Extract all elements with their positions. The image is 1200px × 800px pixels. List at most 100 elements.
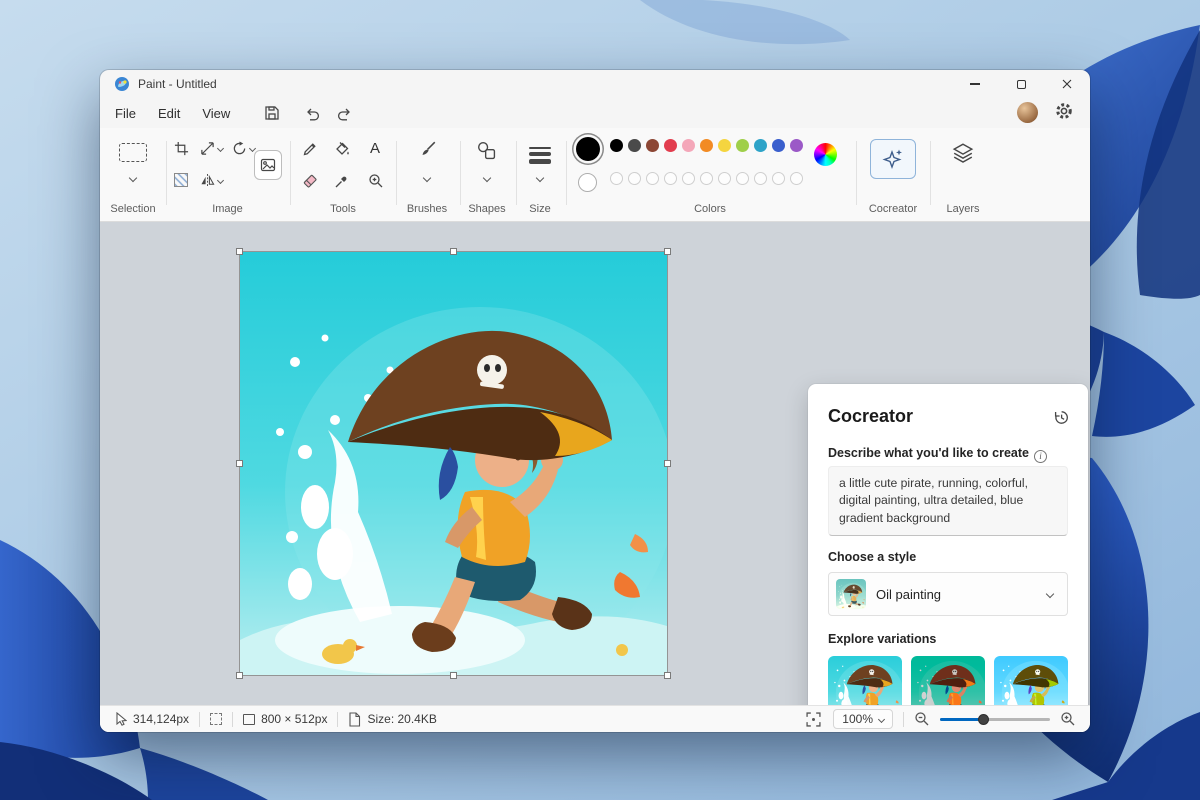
color-swatch[interactable] — [682, 139, 695, 152]
style-dropdown[interactable]: Oil painting — [828, 572, 1068, 616]
color-swatch-empty[interactable] — [772, 172, 785, 185]
chevron-down-icon[interactable] — [129, 174, 137, 182]
selection-group-label: Selection — [106, 203, 160, 215]
palette-row2 — [610, 172, 803, 185]
selection-handle-s[interactable] — [450, 672, 457, 679]
colors-group-label: Colors — [570, 203, 850, 215]
color-swatch[interactable] — [718, 139, 731, 152]
redo-button[interactable] — [329, 101, 359, 125]
selection-handle-ne[interactable] — [664, 248, 671, 255]
zoom-in-icon[interactable] — [1060, 711, 1076, 727]
settings-button[interactable] — [1054, 101, 1074, 121]
chevron-down-icon[interactable] — [217, 177, 224, 184]
gear-icon — [1054, 101, 1074, 121]
color-swatch-empty[interactable] — [754, 172, 767, 185]
account-avatar[interactable] — [1017, 102, 1038, 123]
save-button[interactable] — [257, 101, 287, 125]
flip-icon[interactable] — [200, 173, 215, 188]
selection-handle-nw[interactable] — [236, 248, 243, 255]
describe-label: Describe what you'd like to create — [828, 446, 1029, 460]
paint-window: Paint - Untitled File Edit View — [100, 70, 1090, 732]
text-tool-icon[interactable]: A — [370, 141, 380, 156]
background-color-well[interactable] — [578, 173, 597, 192]
color-swatch-empty[interactable] — [700, 172, 713, 185]
size-group-label: Size — [520, 203, 560, 215]
palette-row1 — [610, 139, 803, 152]
color-swatch-empty[interactable] — [682, 172, 695, 185]
remove-background-button[interactable] — [254, 150, 282, 180]
color-swatch-empty[interactable] — [610, 172, 623, 185]
color-swatch[interactable] — [772, 139, 785, 152]
foreground-color-well[interactable] — [576, 137, 600, 161]
shapes-icon[interactable] — [477, 141, 496, 160]
colors-group: Colors — [570, 128, 850, 222]
image-photo-icon — [260, 157, 276, 173]
color-swatch-empty[interactable] — [718, 172, 731, 185]
canvas-image[interactable] — [240, 252, 667, 675]
magnifier-icon[interactable] — [368, 173, 384, 189]
selection-handle-se[interactable] — [664, 672, 671, 679]
pattern-icon[interactable] — [174, 173, 188, 187]
menu-file[interactable]: File — [104, 102, 147, 125]
fill-bucket-icon[interactable] — [334, 141, 350, 157]
tools-group: A Tools — [296, 128, 390, 222]
paint-app-icon — [114, 76, 130, 92]
eraser-icon[interactable] — [302, 173, 318, 189]
crop-icon[interactable] — [174, 141, 189, 156]
cocreator-button[interactable] — [870, 139, 916, 179]
fit-to-screen-icon[interactable] — [806, 712, 821, 727]
color-swatch[interactable] — [736, 139, 749, 152]
selection-tool-icon[interactable] — [119, 143, 147, 162]
chevron-down-icon[interactable] — [217, 145, 224, 152]
zoom-level-dropdown[interactable]: 100% — [833, 709, 893, 729]
layers-icon[interactable] — [952, 142, 974, 164]
chevron-down-icon[interactable] — [483, 174, 491, 182]
minimize-button[interactable] — [952, 70, 998, 98]
redo-icon — [336, 105, 353, 122]
image-group: Image — [170, 128, 285, 222]
color-swatch-empty[interactable] — [646, 172, 659, 185]
edit-colors-wheel-icon[interactable] — [814, 143, 837, 166]
color-picker-icon[interactable] — [334, 173, 350, 189]
zoom-slider-thumb[interactable] — [978, 714, 989, 725]
rotate-icon[interactable] — [232, 141, 247, 156]
color-swatch[interactable] — [610, 139, 623, 152]
zoom-slider[interactable] — [940, 712, 1050, 726]
selection-handle-w[interactable] — [236, 460, 243, 467]
selection-handle-n[interactable] — [450, 248, 457, 255]
color-swatch[interactable] — [664, 139, 677, 152]
selection-handle-e[interactable] — [664, 460, 671, 467]
chevron-down-icon[interactable] — [536, 174, 544, 182]
color-swatch-empty[interactable] — [736, 172, 749, 185]
titlebar[interactable]: Paint - Untitled — [100, 70, 1090, 98]
menu-edit[interactable]: Edit — [147, 102, 191, 125]
info-icon[interactable]: i — [1034, 450, 1047, 463]
color-swatch[interactable] — [646, 139, 659, 152]
chevron-down-icon[interactable] — [423, 174, 431, 182]
resize-icon[interactable] — [200, 141, 215, 156]
selection-handle-sw[interactable] — [236, 672, 243, 679]
color-swatch[interactable] — [700, 139, 713, 152]
color-swatch[interactable] — [754, 139, 767, 152]
color-swatch[interactable] — [628, 139, 641, 152]
color-swatch-empty[interactable] — [628, 172, 641, 185]
prompt-input[interactable]: a little cute pirate, running, colorful,… — [828, 466, 1068, 536]
color-swatch[interactable] — [790, 139, 803, 152]
style-thumbnail — [836, 579, 866, 609]
undo-button[interactable] — [297, 101, 327, 125]
color-swatch-empty[interactable] — [664, 172, 677, 185]
canvas-area[interactable]: Cocreator Describe what you'd like to cr… — [100, 222, 1090, 705]
cocreator-panel-title: Cocreator — [828, 406, 913, 427]
line-size-icon[interactable] — [529, 144, 551, 167]
menu-view[interactable]: View — [191, 102, 241, 125]
maximize-button[interactable] — [998, 70, 1044, 98]
zoom-out-icon[interactable] — [914, 711, 930, 727]
color-swatch-empty[interactable] — [790, 172, 803, 185]
variations-label: Explore variations — [828, 632, 936, 646]
close-button[interactable] — [1044, 70, 1090, 98]
size-group: Size — [520, 128, 560, 222]
pencil-icon[interactable] — [302, 141, 318, 157]
brush-icon[interactable] — [417, 140, 437, 160]
history-button[interactable] — [1053, 409, 1070, 426]
style-value: Oil painting — [876, 587, 1047, 602]
